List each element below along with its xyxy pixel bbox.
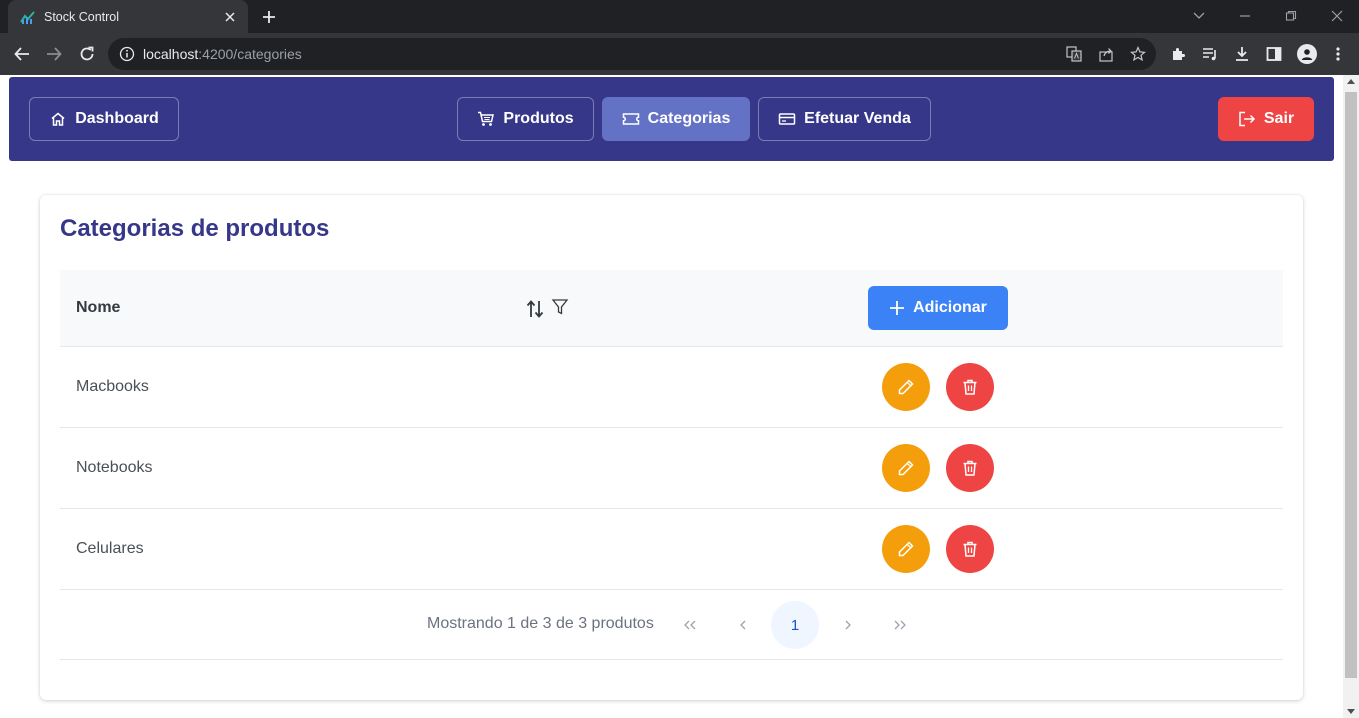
edit-button[interactable] [882, 525, 930, 573]
column-header-nome[interactable]: Nome [76, 299, 120, 317]
paginator: Mostrando 1 de 3 de 3 produtos 1 [60, 590, 1283, 660]
cart-icon [477, 110, 495, 128]
trash-icon [963, 460, 977, 476]
edit-button[interactable] [882, 363, 930, 411]
table-row: Notebooks [60, 428, 1283, 509]
categorias-button[interactable]: Categorias [602, 97, 750, 141]
delete-button[interactable] [946, 525, 994, 573]
table-row: Macbooks [60, 347, 1283, 428]
category-name: Notebooks [76, 459, 153, 476]
filter-icon[interactable] [551, 298, 569, 316]
efetuar-venda-button[interactable]: Efetuar Venda [758, 97, 931, 141]
tab-search-icon[interactable] [1187, 4, 1211, 28]
next-page-icon[interactable] [824, 601, 872, 649]
minimize-icon[interactable] [1233, 4, 1257, 28]
trash-icon [963, 541, 977, 557]
reading-list-icon[interactable] [1201, 45, 1219, 63]
dashboard-label: Dashboard [75, 110, 159, 127]
prev-page-icon[interactable] [719, 601, 767, 649]
home-icon [49, 110, 67, 128]
scroll-up-icon[interactable] [1347, 79, 1355, 84]
produtos-label: Produtos [503, 110, 574, 127]
page-viewport: Dashboard Produtos Categorias Efetuar Ve… [0, 75, 1343, 718]
categories-card: Categorias de produtos Nome Adicionar Ma… [40, 195, 1303, 700]
download-icon[interactable] [1233, 45, 1251, 63]
efetuar-venda-label: Efetuar Venda [804, 110, 911, 127]
page-number-button[interactable]: 1 [771, 601, 819, 649]
page-scrollbar[interactable] [1343, 75, 1359, 718]
last-page-icon[interactable] [876, 601, 924, 649]
table-header: Nome Adicionar [60, 270, 1283, 347]
chart-favicon-icon [20, 10, 35, 24]
category-name: Celulares [76, 540, 144, 557]
table-row: Celulares [60, 509, 1283, 590]
credit-card-icon [778, 110, 796, 128]
browser-tab[interactable]: Stock Control [8, 0, 248, 33]
pencil-icon [898, 541, 914, 557]
sign-out-icon [1238, 110, 1256, 128]
bookmark-star-icon[interactable] [1129, 45, 1147, 63]
reload-icon[interactable] [75, 42, 99, 66]
back-icon[interactable] [10, 42, 34, 66]
first-page-icon[interactable] [666, 601, 714, 649]
edit-button[interactable] [882, 444, 930, 492]
tab-title: Stock Control [44, 9, 120, 24]
logout-label: Sair [1263, 110, 1295, 127]
categories-table: Nome Adicionar Macbooks Notebooks Celula… [60, 270, 1283, 660]
logout-button[interactable]: Sair [1218, 97, 1314, 141]
add-label: Adicionar [913, 299, 987, 316]
close-tab-icon[interactable] [222, 9, 238, 25]
delete-button[interactable] [946, 363, 994, 411]
delete-button[interactable] [946, 444, 994, 492]
browser-tabstrip: Stock Control [0, 0, 1359, 33]
new-tab-icon[interactable] [258, 6, 280, 28]
trash-icon [963, 379, 977, 395]
share-icon[interactable] [1097, 45, 1115, 63]
side-panel-icon[interactable] [1265, 45, 1283, 63]
app-navbar: Dashboard Produtos Categorias Efetuar Ve… [9, 77, 1334, 161]
ticket-icon [622, 110, 640, 128]
plus-icon [890, 301, 905, 315]
profile-avatar-icon[interactable] [1297, 44, 1317, 64]
browser-menu-icon[interactable] [1329, 45, 1347, 63]
produtos-button[interactable]: Produtos [457, 97, 594, 141]
scrollbar-thumb[interactable] [1345, 92, 1357, 678]
pagination-report: Mostrando 1 de 3 de 3 produtos [427, 615, 654, 632]
close-window-icon[interactable] [1325, 4, 1349, 28]
pencil-icon [898, 460, 914, 476]
pencil-icon [898, 379, 914, 395]
scroll-down-icon[interactable] [1347, 709, 1355, 714]
dashboard-button[interactable]: Dashboard [29, 97, 179, 141]
translate-icon[interactable] [1065, 45, 1083, 63]
url-text: localhost:4200/categories [143, 46, 302, 62]
category-name: Macbooks [76, 378, 149, 395]
restore-icon[interactable] [1279, 4, 1303, 28]
address-bar[interactable]: localhost:4200/categories [108, 38, 1156, 70]
categorias-label: Categorias [647, 110, 731, 127]
sort-icon[interactable] [526, 299, 544, 319]
browser-toolbar: localhost:4200/categories [0, 33, 1359, 75]
extensions-icon[interactable] [1169, 45, 1187, 63]
page-title: Categorias de produtos [60, 215, 330, 242]
add-category-button[interactable]: Adicionar [868, 286, 1008, 330]
site-info-icon[interactable] [119, 46, 135, 62]
forward-icon[interactable] [42, 42, 66, 66]
